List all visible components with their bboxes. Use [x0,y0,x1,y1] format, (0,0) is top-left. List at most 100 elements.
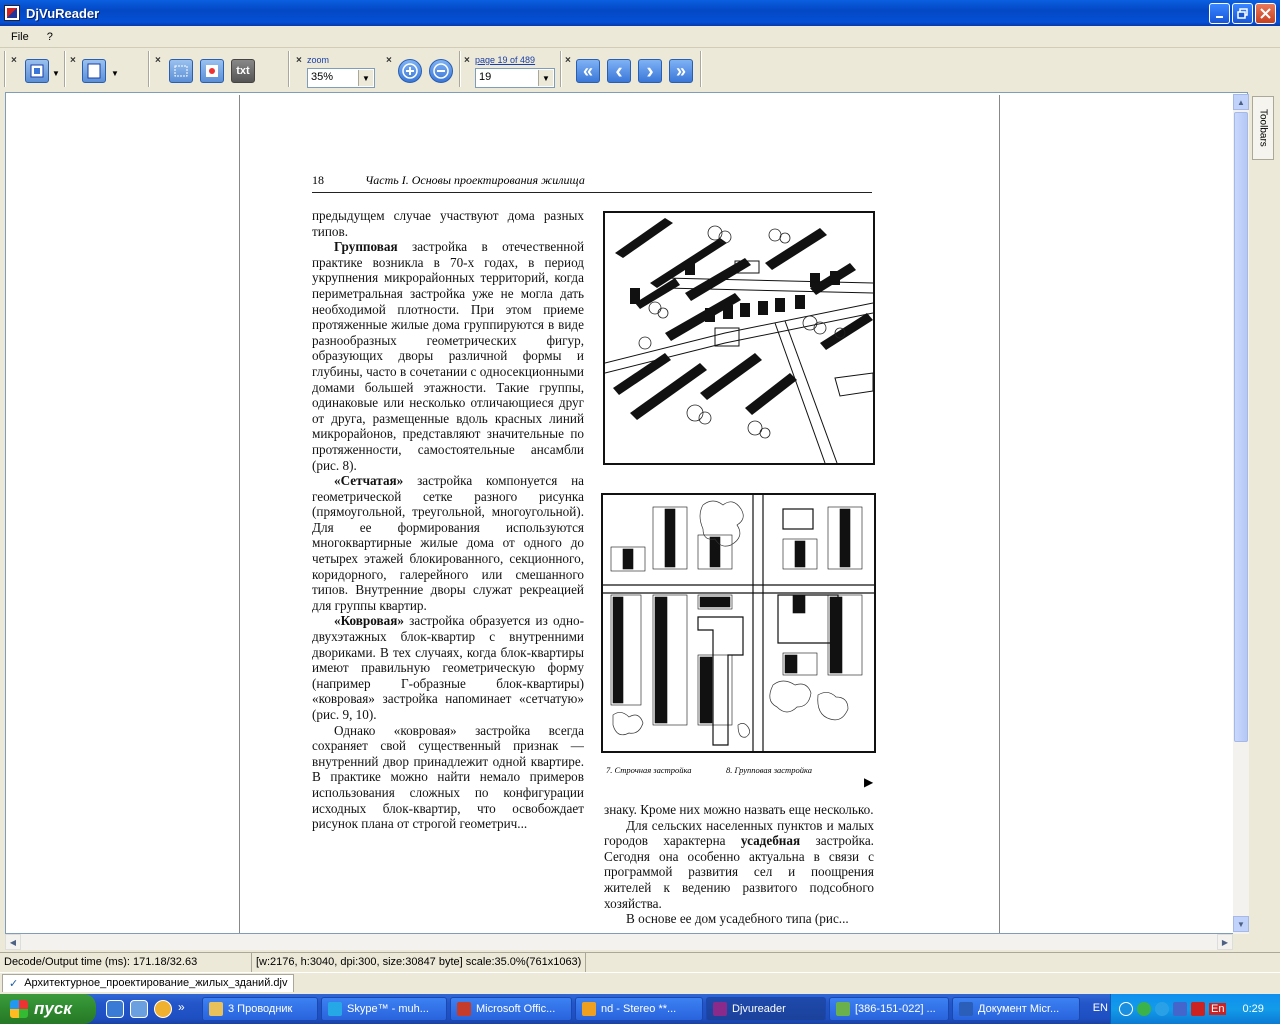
messenger-icon[interactable] [130,1000,148,1018]
page-mode-button[interactable] [82,59,106,83]
zoom-out-button[interactable] [429,59,453,83]
layout-icon [30,64,44,78]
toolbar: × ▼ × ▼ × txt × zoom 35% ▼ × × page 19 o… [0,49,1280,91]
task-app-icon [836,1002,850,1016]
first-page-icon: « [582,61,593,81]
taskbar-task-button[interactable]: 3 Проводник [202,997,318,1021]
task-app-icon [457,1002,471,1016]
toolbars-tab-label: Toolbars [1257,109,1269,147]
media-player-icon[interactable] [154,1000,172,1018]
task-label: nd - Stereo **... [601,1003,677,1015]
close-group-icon[interactable]: × [70,55,76,66]
scrollbar-thumb[interactable] [1234,112,1248,742]
tray-check-icon[interactable] [1137,1002,1151,1016]
menu-bar: File ? [0,26,1280,48]
close-icon [1260,8,1271,19]
zoom-in-button[interactable] [398,59,422,83]
scroll-up-icon[interactable]: ▲ [1233,94,1249,110]
image-mode-button[interactable] [200,59,224,83]
taskbar-task-button[interactable]: nd - Stereo **... [575,997,703,1021]
paragraph: знаку. Кроме них можно назвать еще неско… [604,802,874,817]
horizontal-scrollbar[interactable]: ◀ ▶ [5,934,1233,950]
toolbars-side-tab[interactable]: Toolbars [1252,96,1274,160]
scroll-down-icon[interactable]: ▼ [1233,916,1249,932]
window-title: DjVuReader [26,5,100,21]
tray-language-indicator[interactable]: En [1209,1003,1227,1015]
language-indicator[interactable]: EN [1093,1002,1108,1014]
zoom-value: 35% [311,71,334,83]
file-tab-name: Архитектурное_проектирование_жилых_здани… [24,977,288,989]
close-group-icon[interactable]: × [11,55,17,66]
zoom-select[interactable]: 35% ▼ [307,68,375,88]
running-head-title: Часть I. Основы проектирования жилища [365,173,585,187]
toolbar-separator [288,51,290,87]
taskbar-task-button[interactable]: Документ Micr... [952,997,1080,1021]
last-page-button[interactable]: » [669,59,693,83]
tray-app-icon[interactable] [1191,1002,1205,1016]
task-label: [386-151-022] ... [855,1003,936,1015]
quick-launch: » [106,1000,188,1018]
taskbar-task-button[interactable]: Djvureader [706,997,826,1021]
task-app-icon [959,1002,973,1016]
toolbar-separator [700,51,702,87]
page-dropdown-icon[interactable]: ▼ [538,70,553,86]
taskbar-task-button[interactable]: Skype™ - muh... [321,997,447,1021]
close-group-icon[interactable]: × [464,55,470,66]
vertical-scrollbar[interactable]: ▲ ▼ [1233,94,1249,934]
figure-caption-8: 8. Групповая застройка [726,765,812,775]
term-bold: усадебная [740,833,801,849]
figure-group-layout-illustration [603,211,875,465]
skype-tray-icon[interactable] [1155,1002,1169,1016]
tray-arrow-icon[interactable] [1119,1002,1133,1016]
page-mode-dropdown-icon[interactable]: ▼ [111,69,119,78]
page-select[interactable]: 19 ▼ [475,68,555,88]
check-icon: ✓ [9,977,19,990]
page-number: 18 [312,173,324,187]
network-tray-icon[interactable] [1173,1002,1187,1016]
ie-icon[interactable] [106,1000,124,1018]
toolbar-separator [459,51,461,87]
paragraph: Для сельских населенных пунктов и малых … [604,818,874,912]
scroll-right-icon[interactable]: ▶ [1217,934,1233,950]
task-label: Документ Micr... [978,1003,1060,1015]
file-tab[interactable]: ✓ Архитектурное_проектирование_жилых_зда… [2,973,295,992]
paragraph: Однако «ковровая» застройка всегда сохра… [312,722,584,832]
menu-file[interactable]: File [8,29,32,45]
select-region-button[interactable] [169,59,193,83]
scroll-left-icon[interactable]: ◀ [5,934,21,950]
task-label: Djvureader [732,1003,786,1015]
zoom-in-icon [402,63,418,79]
task-label: 3 Проводник [228,1003,293,1015]
start-button[interactable]: пуск [0,994,96,1024]
layout-dropdown-icon[interactable]: ▼ [52,69,60,78]
next-page-button[interactable]: › [638,59,662,83]
text-mode-button[interactable]: txt [231,59,255,83]
close-group-icon[interactable]: × [565,55,571,66]
start-label: пуск [34,999,72,1018]
clock: 0:29 [1242,1003,1264,1015]
layout-button[interactable] [25,59,49,83]
page-info-status: [w:2176, h:3040, dpi:300, size:30847 byt… [252,953,587,972]
minimize-button[interactable] [1209,3,1230,24]
close-group-icon[interactable]: × [296,55,302,66]
term-bold: Групповая [334,239,398,255]
menu-help[interactable]: ? [44,29,56,45]
zoom-dropdown-icon[interactable]: ▼ [358,70,373,86]
toolbar-separator [64,51,66,87]
previous-page-button[interactable]: ‹ [607,59,631,83]
task-app-icon [209,1002,223,1016]
close-button[interactable] [1255,3,1276,24]
toolbar-separator [560,51,562,87]
first-page-button[interactable]: « [576,59,600,83]
close-group-icon[interactable]: × [155,55,161,66]
taskbar-task-button[interactable]: Microsoft Offic... [450,997,572,1021]
taskbar-task-button[interactable]: [386-151-022] ... [829,997,949,1021]
title-bar: DjVuReader [0,0,1280,26]
document-viewport[interactable]: 18 Часть I. Основы проектирования жилища… [5,92,1248,934]
restore-button[interactable] [1232,3,1253,24]
select-region-icon [174,65,188,77]
quick-launch-chevron-icon[interactable]: » [178,1000,188,1018]
close-group-icon[interactable]: × [386,55,392,66]
site-plan-drawing [603,495,874,751]
figure-row-layout-plan [601,493,876,753]
